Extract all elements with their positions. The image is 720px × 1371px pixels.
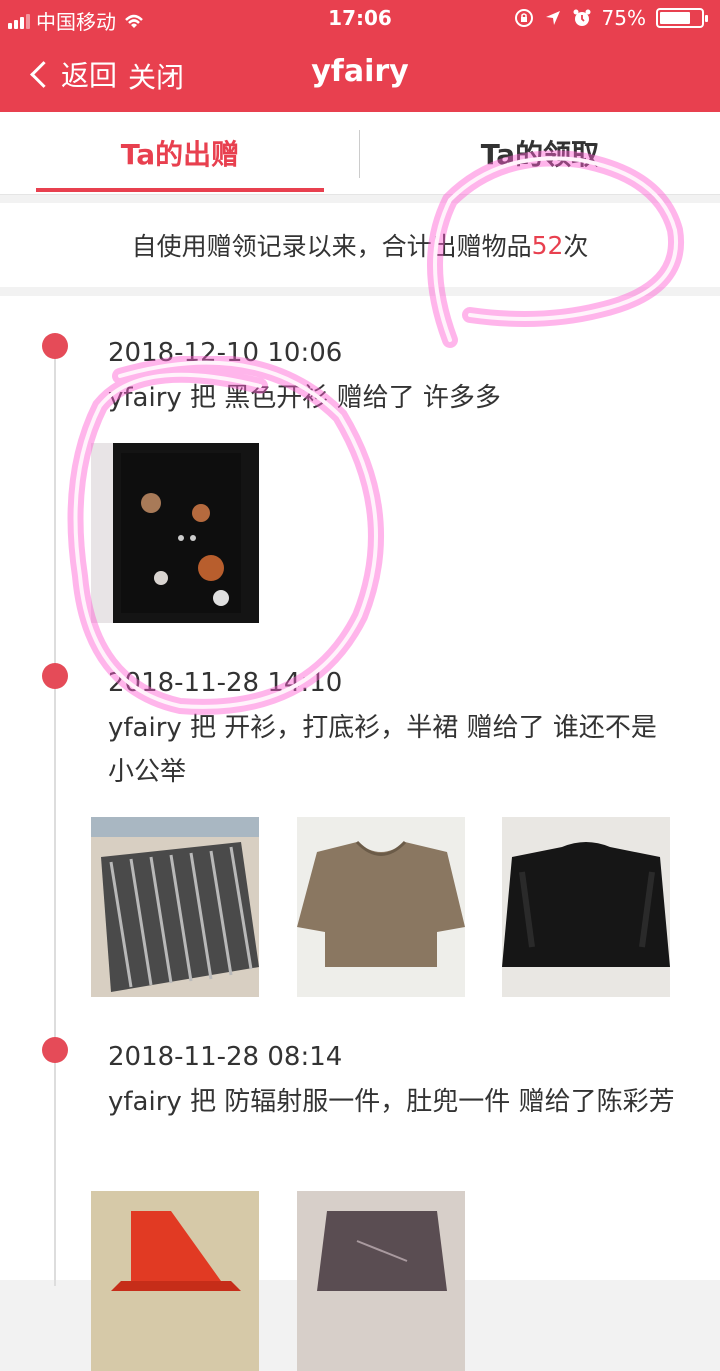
alarm-icon <box>573 9 591 26</box>
entry-date: 2018-11-28 14:10 <box>108 668 343 698</box>
tab-bar: Ta的出赠 Ta的领取 <box>0 112 720 195</box>
page-title: yfairy <box>311 54 409 89</box>
tab-received[interactable]: Ta的领取 <box>396 112 684 194</box>
app-header: 中国移动 17:06 75% 返回 关闭 yfairy <box>0 0 720 112</box>
item-photo-black-cardigan[interactable] <box>91 443 259 623</box>
timeline-dot <box>42 333 68 359</box>
tab-active-indicator <box>36 188 324 192</box>
timeline-dot <box>42 1037 68 1063</box>
battery-percent: 75% <box>601 6 646 30</box>
timeline-dot <box>42 663 68 689</box>
battery-icon <box>656 8 708 28</box>
summary-count: 52 <box>531 230 564 260</box>
entry-date: 2018-11-28 08:14 <box>108 1042 343 1072</box>
nav-bar: 返回 关闭 yfairy <box>0 38 720 112</box>
entry-description: yfairy 把 开衫，打底衫，半裙 赠给了 谁还不是小公举 <box>108 713 657 787</box>
lock-rotation-icon <box>514 9 533 27</box>
item-photo-red-apron[interactable] <box>91 1191 259 1371</box>
summary-suffix: 次 <box>563 232 589 261</box>
location-icon <box>545 11 560 25</box>
item-photo-black-top[interactable] <box>502 817 670 997</box>
item-photo-radiation-suit[interactable] <box>297 1191 465 1371</box>
tab-divider <box>359 130 360 178</box>
timeline-line <box>54 346 56 1286</box>
item-photo-sweater[interactable] <box>297 817 465 997</box>
entry-description: yfairy 把 防辐射服一件，肚兜一件 赠给了陈彩芳 <box>108 1087 675 1117</box>
summary-prefix: 自使用赠领记录以来，合计出赠物品 <box>131 232 532 261</box>
tab-given[interactable]: Ta的出赠 <box>36 112 324 194</box>
entry-description: yfairy 把 黑色开衫 赠给了 许多多 <box>108 383 501 413</box>
timeline-list: 2018-12-10 10:06 yfairy 把 黑色开衫 赠给了 许多多 2… <box>0 296 720 1371</box>
entry-date: 2018-12-10 10:06 <box>108 338 343 368</box>
summary-bar: 自使用赠领记录以来，合计出赠物品 52 次 <box>0 203 720 287</box>
item-photo-skirt[interactable] <box>91 817 259 997</box>
status-bar: 中国移动 17:06 75% <box>0 0 720 38</box>
